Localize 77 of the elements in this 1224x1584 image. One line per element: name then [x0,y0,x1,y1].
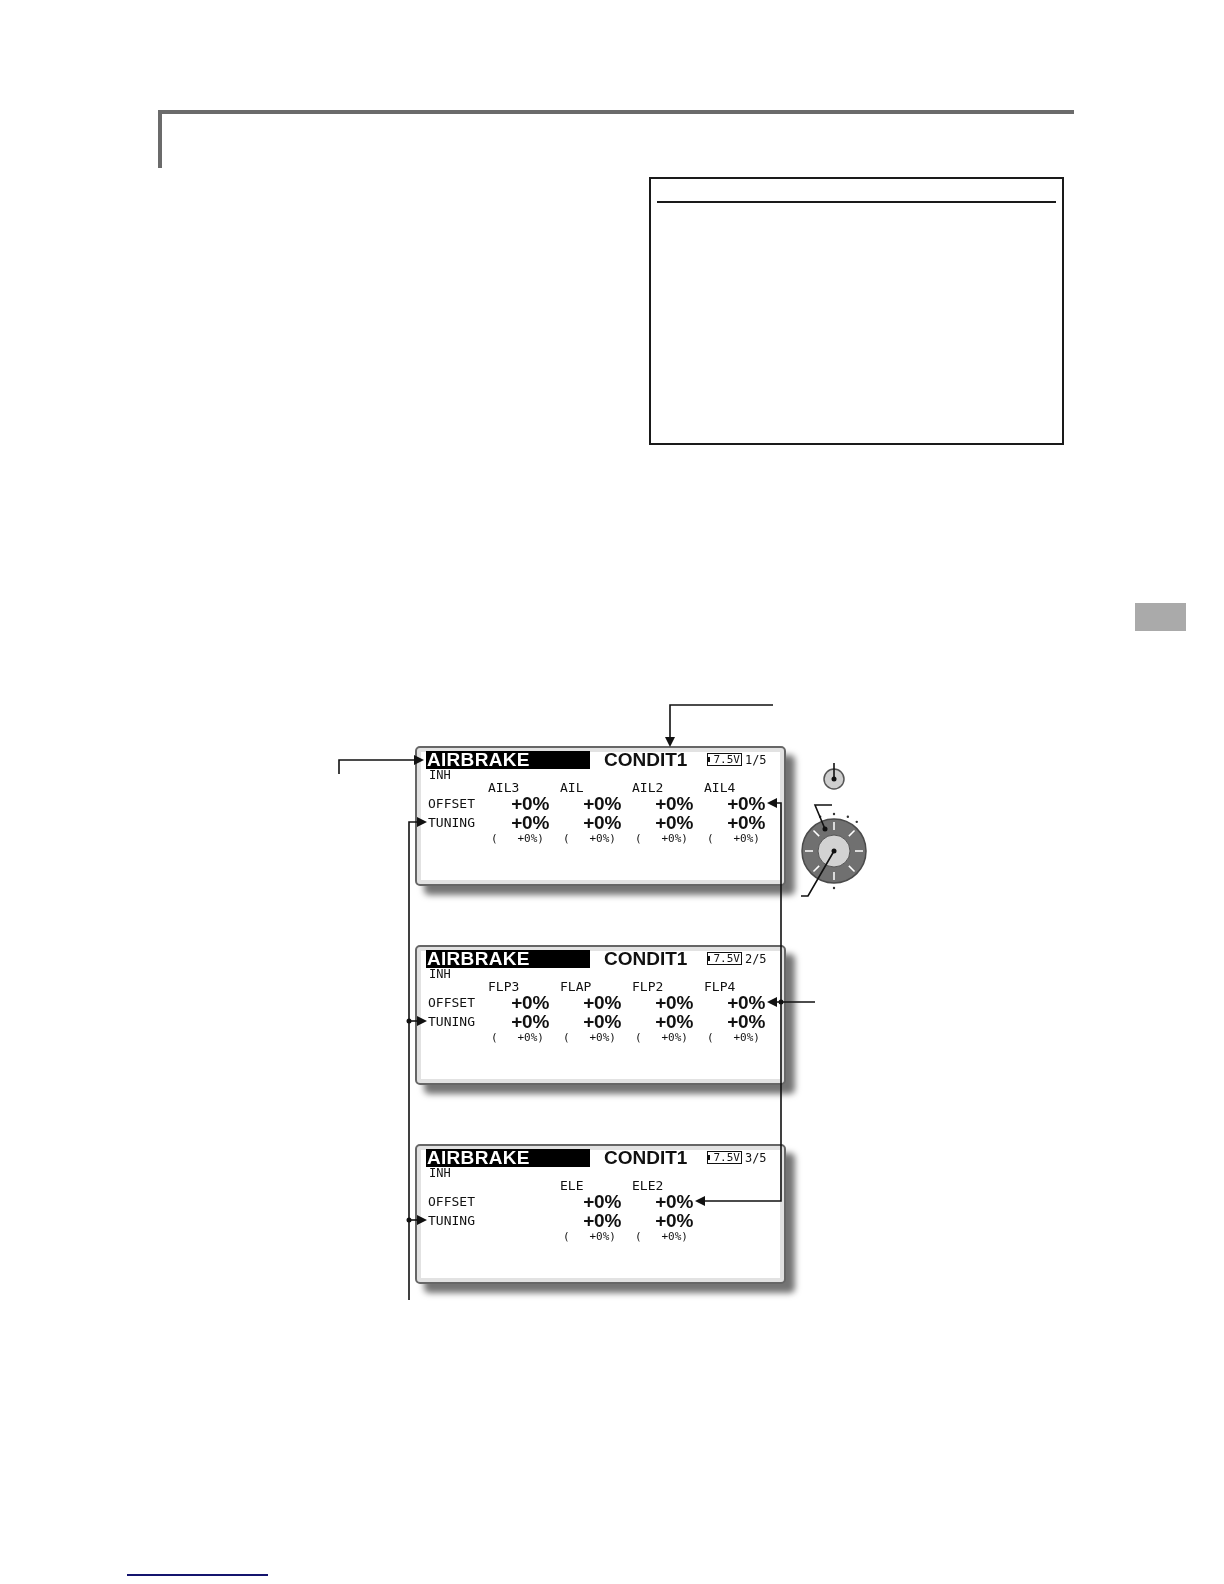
rate-value: +0%) [661,1231,688,1243]
screen-title: AIRBRAKE [426,949,590,968]
rate-paren: ( [563,1032,570,1044]
tuning-value: +0% [655,1211,693,1229]
status-text: INH [429,769,451,781]
offset-value: +0% [655,795,693,812]
rate-paren: ( [563,1231,570,1243]
rate-paren: ( [563,833,570,845]
tuning-value: +0% [583,813,621,831]
offset-value: +0% [655,1193,693,1210]
row-label: TUNING [428,815,475,829]
page-number: 3/5 [744,1151,767,1164]
channel-name: FLP2 [632,980,664,993]
rate-paren: ( [491,833,498,845]
offset-value: +0% [511,994,549,1011]
rate-value: +0%) [661,833,688,845]
rate-paren: ( [707,833,714,845]
channel-name: FLP4 [704,980,736,993]
rate-value: +0%) [733,833,760,845]
offset-value: +0% [655,994,693,1011]
channel-name: AIL3 [488,781,520,794]
channel-name: ELE2 [632,1179,664,1192]
status-text: INH [429,968,451,980]
page-number: 2/5 [744,952,767,965]
rate-value: +0%) [733,1032,760,1044]
row-label: TUNING [428,1213,475,1227]
tuning-value: +0% [655,813,693,831]
battery-indicator: 7.5V [707,753,742,766]
rate-value: +0%) [589,833,616,845]
offset-value: +0% [511,795,549,812]
battery-indicator: 7.5V [707,952,742,965]
rate-paren: ( [707,1032,714,1044]
channel-name: AIL [560,781,584,794]
condition-name: CONDIT1 [604,1148,688,1167]
offset-value: +0% [583,1193,621,1210]
page-number: 1/5 [744,753,767,766]
channel-name: AIL2 [632,781,664,794]
channel-name: FLAP [560,980,592,993]
tuning-value: +0% [511,813,549,831]
offset-value: +0% [727,994,765,1011]
row-label: OFFSET [428,1195,475,1208]
tuning-value: +0% [727,813,765,831]
channel-name: AIL4 [704,781,736,794]
offset-value: +0% [727,795,765,812]
rate-paren: ( [635,1032,642,1044]
rate-paren: ( [635,833,642,845]
rate-value: +0%) [589,1231,616,1243]
rate-paren: ( [491,1032,498,1044]
screen-title: AIRBRAKE [426,1148,590,1167]
channel-name: FLP3 [488,980,520,993]
leader-line [800,848,837,897]
rate-value: +0%) [661,1032,688,1044]
rate-paren: ( [635,1231,642,1243]
offset-value: +0% [583,795,621,812]
condition-name: CONDIT1 [604,750,688,769]
chapter-edge-marker [1135,603,1186,631]
channel-name: ELE [560,1179,584,1192]
rate-value: +0%) [517,833,544,845]
row-label: OFFSET [428,797,475,810]
status-text: INH [429,1167,451,1179]
leader-line [813,804,833,832]
tuning-value: +0% [727,1012,765,1030]
screen-title: AIRBRAKE [426,750,590,769]
offset-value: +0% [583,994,621,1011]
tuning-value: +0% [583,1211,621,1229]
battery-indicator: 7.5V [707,1151,742,1164]
rate-value: +0%) [589,1032,616,1044]
row-label: OFFSET [428,996,475,1009]
tuning-value: +0% [583,1012,621,1030]
rate-value: +0%) [517,1032,544,1044]
row-label: TUNING [428,1014,475,1028]
push-button-icon [823,768,845,790]
rotary-dial-icon [801,812,867,890]
leader-line [833,762,835,778]
tuning-value: +0% [655,1012,693,1030]
condition-name: CONDIT1 [604,949,688,968]
tuning-value: +0% [511,1012,549,1030]
